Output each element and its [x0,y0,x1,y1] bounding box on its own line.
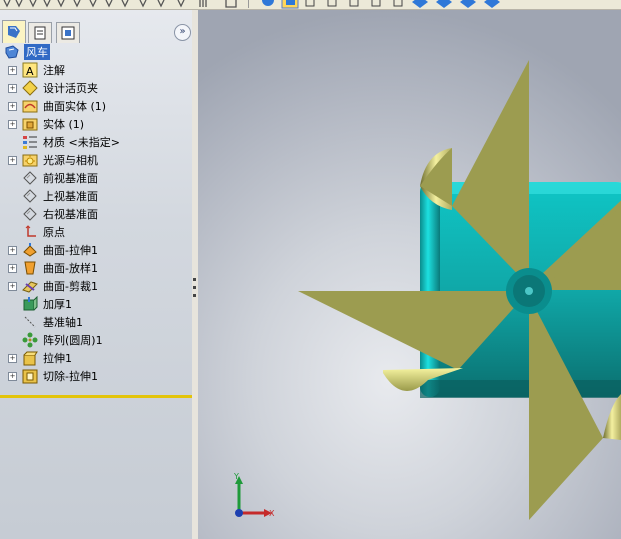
tree-item-label: 设计活页夹 [43,82,98,95]
annotations-icon: A [22,62,38,78]
plane-icon [23,171,37,185]
tree-item-axis[interactable]: 基准轴1 [0,313,192,331]
tree-item-label: 原点 [43,226,65,239]
tree-item-top-plane[interactable]: 上视基准面 [0,187,192,205]
tree-item-label: 曲面-剪裁1 [43,280,98,293]
rollback-bar[interactable] [0,395,192,398]
toolbar-left-glyphs [3,0,237,8]
tree-item-lights-cameras[interactable]: + 光源与相机 [0,151,192,169]
solid-bodies-icon [22,118,38,131]
tree-item-thicken[interactable]: 加厚1 [0,295,192,313]
toolbar-icons [3,0,500,9]
tree-item-material[interactable]: 材质 <未指定> [0,133,192,151]
tree-root[interactable]: 风车 [0,43,192,61]
tree-item-label: 上视基准面 [43,190,98,203]
expand-toggle[interactable]: + [8,102,17,111]
surface-trim-icon [22,281,38,293]
tree-item-label: 加厚1 [43,298,72,311]
configuration-manager-icon [61,26,75,40]
tree-item-surface-trim[interactable]: + 曲面-剪裁1 [0,277,192,295]
tree-item-label: 拉伸1 [43,352,72,365]
expand-toggle[interactable]: + [8,66,17,75]
tree-item-surface-extrude[interactable]: + 曲面-拉伸1 [0,241,192,259]
windmill-model[interactable] [198,10,621,539]
property-manager-icon [34,26,46,40]
tree-item-design-binder[interactable]: + 设计活页夹 [0,79,192,97]
thicken-icon [23,296,38,311]
splitter-grip [193,286,196,289]
tree-item-label: 切除-拉伸1 [43,370,98,383]
tree-item-label: 实体 (1) [43,118,85,131]
tree-item-extrude[interactable]: + 拉伸1 [0,349,192,367]
origin-icon [25,225,36,237]
graphics-viewport[interactable]: Y X [198,10,621,539]
surface-bodies-icon [22,100,38,113]
extrude-icon [23,351,38,366]
expand-toggle[interactable]: + [8,84,17,93]
tree-item-right-plane[interactable]: 右视基准面 [0,205,192,223]
plane-icon [23,207,37,221]
tab-property-manager[interactable] [28,22,52,43]
tree-item-label: 阵列(圆周)1 [43,334,103,347]
tree-item-label: 光源与相机 [43,154,98,167]
circular-pattern-icon [22,332,38,348]
expand-toggle[interactable]: + [8,354,17,363]
collapse-panel-button[interactable]: » [174,24,191,41]
manager-tabs: » [0,10,192,43]
triad-x-label: X [269,509,275,518]
expand-toggle[interactable]: + [8,156,17,165]
tree-item-front-plane[interactable]: 前视基准面 [0,169,192,187]
plane-icon [23,189,37,203]
svg-text:A: A [26,65,34,78]
tree-item-cut-extrude[interactable]: + 切除-拉伸1 [0,367,192,385]
expand-toggle[interactable]: + [8,246,17,255]
tree-item-surface-bodies[interactable]: + 曲面实体 (1) [0,97,192,115]
expand-toggle[interactable]: + [8,264,17,273]
tree-item-circular-pattern[interactable]: 阵列(圆周)1 [0,331,192,349]
triad-y-label: Y [233,472,239,481]
tree-item-label: 右视基准面 [43,208,98,221]
tree-item-label: 前视基准面 [43,172,98,185]
splitter-grip [193,294,196,297]
tree-root-label: 风车 [24,44,50,60]
feature-manager-icon [8,26,20,38]
tab-feature-manager[interactable] [2,20,26,43]
surface-loft-icon [24,261,36,275]
tree-item-annotations[interactable]: + A 注解 [0,61,192,79]
top-toolbar [0,0,621,10]
expand-toggle[interactable]: + [8,120,17,129]
tree-item-label: 曲面-拉伸1 [43,244,98,257]
toolbar-view-icons [248,0,500,9]
design-binder-icon [22,80,38,96]
material-icon [23,136,37,149]
tree-item-label: 注解 [43,64,65,77]
expand-toggle[interactable]: + [8,372,17,381]
feature-manager-panel: » 风车 + A 注解 + 设计活页夹 + 曲面实体 (1) + 实体 (1) … [0,10,193,539]
axis-icon [24,316,36,328]
tree-item-label: 基准轴1 [43,316,83,329]
cut-extrude-icon [22,369,38,384]
tree-item-label: 材质 <未指定> [43,136,120,149]
lights-cameras-icon [22,154,38,167]
expand-toggle[interactable]: + [8,282,17,291]
tree-item-solid-bodies[interactable]: + 实体 (1) [0,115,192,133]
tree-item-origin[interactable]: 原点 [0,223,192,241]
coordinate-triad: Y X [233,472,275,518]
tree-item-surface-loft[interactable]: + 曲面-放样1 [0,259,192,277]
part-icon [5,45,19,59]
hub [506,268,552,314]
tab-configuration-manager[interactable] [56,22,80,43]
surface-extrude-icon [23,243,37,257]
tree-item-label: 曲面-放样1 [43,262,98,275]
splitter-grip [193,278,196,281]
tree-item-label: 曲面实体 (1) [43,100,107,113]
